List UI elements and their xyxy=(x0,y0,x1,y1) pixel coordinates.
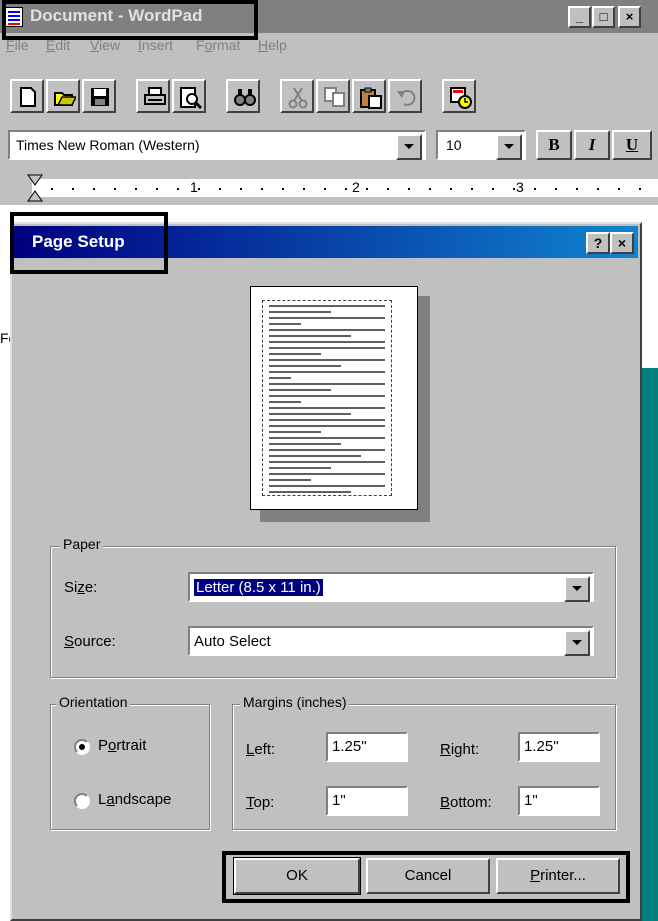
paper-size-dropdown-arrow-icon[interactable] xyxy=(564,576,590,602)
font-dropdown-arrow-icon[interactable] xyxy=(396,134,422,160)
ruler-mark-1: 1 xyxy=(190,179,198,195)
menu-file[interactable]: File xyxy=(6,37,29,53)
menu-insert[interactable]: Insert xyxy=(138,37,173,53)
paper-group-label: Paper xyxy=(60,536,104,552)
size-label: Size: xyxy=(64,579,98,596)
undo-icon xyxy=(397,89,416,106)
paper-size-value: Letter (8.5 x 11 in.) xyxy=(193,578,324,597)
ok-button[interactable]: OK xyxy=(233,857,361,895)
landscape-label[interactable]: Landscape xyxy=(98,791,171,808)
font-name-combo[interactable]: Times New Roman (Western) xyxy=(8,130,426,160)
open-button[interactable] xyxy=(46,79,80,113)
right-margin-input[interactable]: 1.25" xyxy=(518,732,600,762)
font-size-combo[interactable]: 10 xyxy=(436,130,526,160)
cut-button[interactable] xyxy=(280,79,314,113)
menu-help[interactable]: Help xyxy=(258,37,287,53)
italic-button[interactable]: I xyxy=(574,130,610,160)
bold-button[interactable]: B xyxy=(536,130,572,160)
print-preview-icon xyxy=(180,87,202,109)
font-name-value: Times New Roman (Western) xyxy=(16,137,200,153)
bottom-margin-input[interactable]: 1" xyxy=(518,786,600,816)
right-margin-label: Right: xyxy=(440,741,480,758)
paper-size-select[interactable]: Letter (8.5 x 11 in.) xyxy=(188,572,594,602)
copy-icon xyxy=(324,87,345,107)
left-margin-input[interactable]: 1.25" xyxy=(326,732,408,762)
new-icon xyxy=(20,87,36,107)
printer-button[interactable]: Printer... xyxy=(496,858,620,894)
copy-button[interactable] xyxy=(316,79,350,113)
print-button[interactable] xyxy=(136,79,170,113)
left-margin-label: Left: xyxy=(246,741,276,758)
find-icon xyxy=(234,89,256,106)
minimize-button[interactable]: _ xyxy=(568,6,591,28)
print-preview-button[interactable] xyxy=(172,79,206,113)
dialog-title: Page Setup xyxy=(32,232,125,251)
wordpad-app-icon[interactable] xyxy=(5,7,23,27)
insert-datetime-icon xyxy=(450,87,472,109)
window-title: Document - WordPad xyxy=(30,6,203,25)
help-button[interactable]: ? xyxy=(586,232,610,254)
close-window-button[interactable]: × xyxy=(618,6,641,28)
bottom-margin-label: Bottom: xyxy=(440,794,492,811)
top-margin-label: Top: xyxy=(246,794,275,811)
cancel-button[interactable]: Cancel xyxy=(366,858,490,894)
save-icon xyxy=(91,88,109,106)
undo-button[interactable] xyxy=(388,79,422,113)
print-icon xyxy=(144,87,166,105)
paper-group xyxy=(50,546,616,678)
ruler-strip[interactable] xyxy=(32,179,658,197)
top-margin-input[interactable]: 1" xyxy=(326,786,408,816)
landscape-radio[interactable] xyxy=(74,793,90,809)
portrait-label[interactable]: Portrait xyxy=(98,737,146,754)
ruler-mark-2: 2 xyxy=(352,179,360,195)
insert-datetime-button[interactable] xyxy=(442,79,476,113)
font-size-value: 10 xyxy=(446,137,462,153)
paper-source-select[interactable]: Auto Select xyxy=(188,626,594,656)
save-button[interactable] xyxy=(82,79,116,113)
ruler-mark-3: 3 xyxy=(516,179,524,195)
paper-source-dropdown-arrow-icon[interactable] xyxy=(564,630,590,656)
paper-source-value: Auto Select xyxy=(194,633,271,650)
maximize-button[interactable]: □ xyxy=(592,6,615,28)
preview-margin-outline xyxy=(262,300,392,496)
underline-button[interactable]: U xyxy=(612,130,652,160)
indent-marker-icon[interactable] xyxy=(26,173,44,205)
portrait-radio[interactable] xyxy=(74,739,90,755)
find-button[interactable] xyxy=(226,79,260,113)
paste-button[interactable] xyxy=(352,79,386,113)
orientation-group-label: Orientation xyxy=(56,694,131,710)
margins-group-label: Margins (inches) xyxy=(240,694,350,710)
cut-icon xyxy=(288,87,308,109)
menu-edit[interactable]: Edit xyxy=(46,37,70,53)
orientation-group xyxy=(50,704,210,830)
open-icon xyxy=(54,92,76,106)
new-button[interactable] xyxy=(10,79,44,113)
paste-icon xyxy=(360,87,382,109)
source-label: Source: xyxy=(64,633,116,650)
menu-view[interactable]: View xyxy=(90,37,120,53)
size-dropdown-arrow-icon[interactable] xyxy=(496,134,522,160)
menu-format[interactable]: Format xyxy=(196,37,240,53)
dialog-close-button[interactable]: × xyxy=(610,232,634,254)
